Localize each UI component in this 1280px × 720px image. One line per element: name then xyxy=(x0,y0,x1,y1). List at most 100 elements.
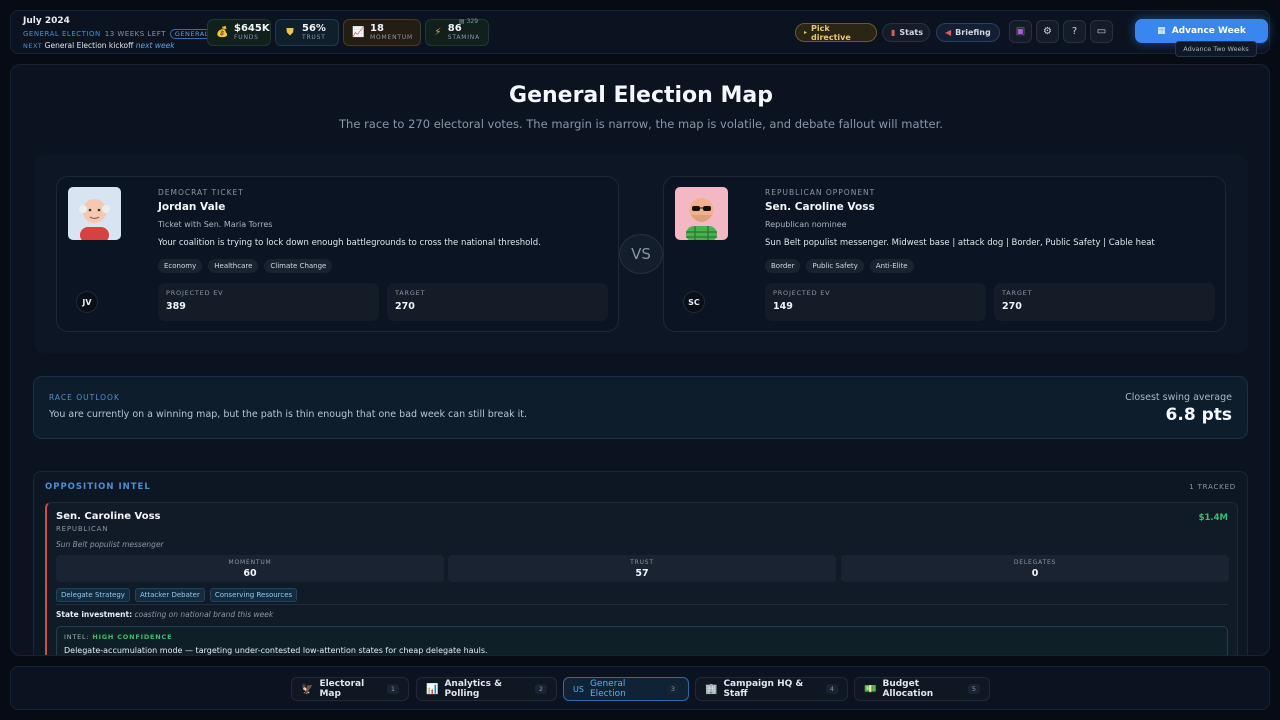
tab-analytics-polling[interactable]: 📊 Analytics & Polling 2 xyxy=(416,677,557,701)
advance-two-weeks-button[interactable]: Advance Two Weeks xyxy=(1175,41,1257,57)
save-icon: ▣ xyxy=(1015,26,1026,37)
stamina-extra: ▤ 329 xyxy=(459,18,479,25)
weeks-left: 13 WEEKS LEFT xyxy=(104,30,166,38)
target-label: TARGET xyxy=(1002,289,1033,297)
help-button[interactable]: ? xyxy=(1063,20,1086,43)
tab-campaign-hq-staff[interactable]: 🏢 Campaign HQ & Staff 4 xyxy=(695,677,848,701)
tab-label: Campaign HQ & Staff xyxy=(723,679,804,699)
stat-value: 60 xyxy=(243,568,257,579)
trust-value: 56% xyxy=(302,23,326,34)
opponent-initials-badge: SC xyxy=(683,291,705,313)
eagle-icon: 🦅 xyxy=(301,683,314,695)
stats-label: Stats xyxy=(899,28,923,37)
settings-button[interactable]: ⚙ xyxy=(1036,20,1059,43)
stats-button[interactable]: ▮ Stats xyxy=(882,23,930,42)
opponent-name: Sen. Caroline Voss xyxy=(765,201,875,213)
briefing-button[interactable]: ◀ Briefing xyxy=(936,23,1000,42)
strategy-tag: Delegate Strategy xyxy=(56,588,130,602)
shield-icon: ⛊ xyxy=(286,27,294,38)
cash-icon: 💵 xyxy=(864,683,877,695)
megaphone-icon: ◀ xyxy=(945,28,952,37)
tab-label: General Election xyxy=(589,679,626,699)
intel-report-text: Delegate-accumulation mode — targeting u… xyxy=(64,646,488,655)
intel-report: INTEL: HIGH CONFIDENCE Delegate-accumula… xyxy=(56,626,1228,655)
intel-confidence: HIGH CONFIDENCE xyxy=(92,633,173,641)
tab-number: 1 xyxy=(386,684,399,694)
tab-number: 2 xyxy=(534,684,547,694)
player-projected-ev: PROJECTED EV 389 xyxy=(158,283,379,321)
intel-label: INTEL: xyxy=(64,633,90,641)
tab-number: 5 xyxy=(967,684,980,694)
date-block: July 2024 GENERAL ELECTION 13 WEEKS LEFT… xyxy=(23,16,214,50)
pick-directive-button[interactable]: ▸ Pick directive xyxy=(795,23,877,42)
issue-tag: Economy xyxy=(158,259,203,273)
save-button[interactable]: ▣ xyxy=(1009,20,1032,43)
opponent-trust-stat: TRUST 57 xyxy=(448,555,836,582)
target-value: 270 xyxy=(395,301,415,312)
tab-label: Budget Allocation xyxy=(882,679,934,699)
opponent-role: REPUBLICAN OPPONENT xyxy=(765,188,876,197)
player-card: DEMOCRAT TICKET Jordan Vale Ticket with … xyxy=(56,176,619,332)
intel-tracked-count: 1 TRACKED xyxy=(1189,483,1236,491)
strategy-tag: Conserving Resources xyxy=(209,588,298,602)
issue-tag: Healthcare xyxy=(208,259,259,273)
outlook-text: You are currently on a winning map, but … xyxy=(49,409,528,420)
lightning-icon: ⚡ xyxy=(434,27,442,38)
building-icon: 🏢 xyxy=(705,683,718,695)
stamina-stat[interactable]: ⚡ 86 STAMINA xyxy=(425,19,489,46)
player-description: Your coalition is trying to lock down en… xyxy=(158,238,541,248)
notebook-button[interactable]: ▭ xyxy=(1090,20,1113,43)
briefing-label: Briefing xyxy=(955,28,991,37)
trend-chart-icon: 📈 xyxy=(352,27,365,38)
phase-name: GENERAL ELECTION xyxy=(23,30,101,38)
page-subtitle: The race to 270 electoral votes. The mar… xyxy=(339,117,943,131)
next-when: next week xyxy=(135,41,175,50)
stat-label: MOMENTUM xyxy=(228,559,272,566)
pick-directive-label: Pick directive xyxy=(811,23,851,42)
opponent-intel-description: Sun Belt populist messenger xyxy=(56,540,164,549)
outlook-label: RACE OUTLOOK xyxy=(49,393,120,402)
opponent-avatar xyxy=(675,187,728,240)
play-icon: ▸ xyxy=(804,29,808,36)
us-flag-icon: US xyxy=(573,684,584,694)
momentum-label: MOMENTUM xyxy=(370,34,413,41)
strategy-tag: Attacker Debater xyxy=(134,588,205,602)
stamina-label: STAMINA xyxy=(447,34,480,41)
stat-label: DELEGATES xyxy=(1013,559,1057,566)
opposition-intel: OPPOSITION INTEL 1 TRACKED Sen. Caroline… xyxy=(33,471,1248,655)
opponent-target: TARGET 270 xyxy=(994,283,1215,321)
opponent-issue-tags: Border Public Safety Anti-Elite xyxy=(765,259,914,273)
book-icon: ▭ xyxy=(1096,26,1107,37)
issue-tag: Anti-Elite xyxy=(869,259,914,273)
opponent-intel-card[interactable]: Sen. Caroline Voss REPUBLICAN $1.4M Sun … xyxy=(45,502,1238,655)
projected-ev-value: 389 xyxy=(166,301,186,312)
advance-week-button[interactable]: ▦ Advance Week xyxy=(1135,19,1268,43)
projected-ev-value: 149 xyxy=(773,301,793,312)
projected-ev-label: PROJECTED EV xyxy=(773,289,831,297)
tab-budget-allocation[interactable]: 💵 Budget Allocation 5 xyxy=(854,677,990,701)
funds-label: FUNDS xyxy=(234,34,259,41)
tab-label: Analytics & Polling xyxy=(444,679,502,699)
phase-line: GENERAL ELECTION 13 WEEKS LEFT GENERAL xyxy=(23,29,214,39)
swing-average-value: 6.8 pts xyxy=(1165,405,1232,425)
trust-stat[interactable]: ⛊ 56% TRUST xyxy=(275,19,339,46)
stat-value: 0 xyxy=(1031,568,1039,579)
gear-icon: ⚙ xyxy=(1043,26,1052,37)
opponent-description: Sun Belt populist messenger. Midwest bas… xyxy=(765,238,1155,248)
opponent-strategy-tags: Delegate Strategy Attacker Debater Conse… xyxy=(56,588,298,602)
matchup-section: DEMOCRAT TICKET Jordan Vale Ticket with … xyxy=(34,155,1248,353)
stamina-value: 86 xyxy=(447,23,462,34)
issue-tag: Public Safety xyxy=(806,259,864,273)
player-ticket: Ticket with Sen. Maria Torres xyxy=(158,220,273,229)
tab-electoral-map[interactable]: 🦅 Electoral Map 1 xyxy=(291,677,409,701)
next-label: NEXT xyxy=(23,42,43,50)
opponent-projected-ev: PROJECTED EV 149 xyxy=(765,283,986,321)
funds-stat[interactable]: 💰 $645K FUNDS xyxy=(207,19,271,46)
swing-average-label: Closest swing average xyxy=(1125,392,1232,403)
current-date: July 2024 xyxy=(23,16,70,26)
bar-chart-icon: 📊 xyxy=(426,683,439,695)
main-panel: General Election Map The race to 270 ele… xyxy=(10,64,1270,656)
momentum-stat[interactable]: 📈 18 MOMENTUM xyxy=(343,19,421,46)
tab-number: 4 xyxy=(825,684,838,694)
tab-general-election[interactable]: US General Election 3 xyxy=(563,677,689,701)
